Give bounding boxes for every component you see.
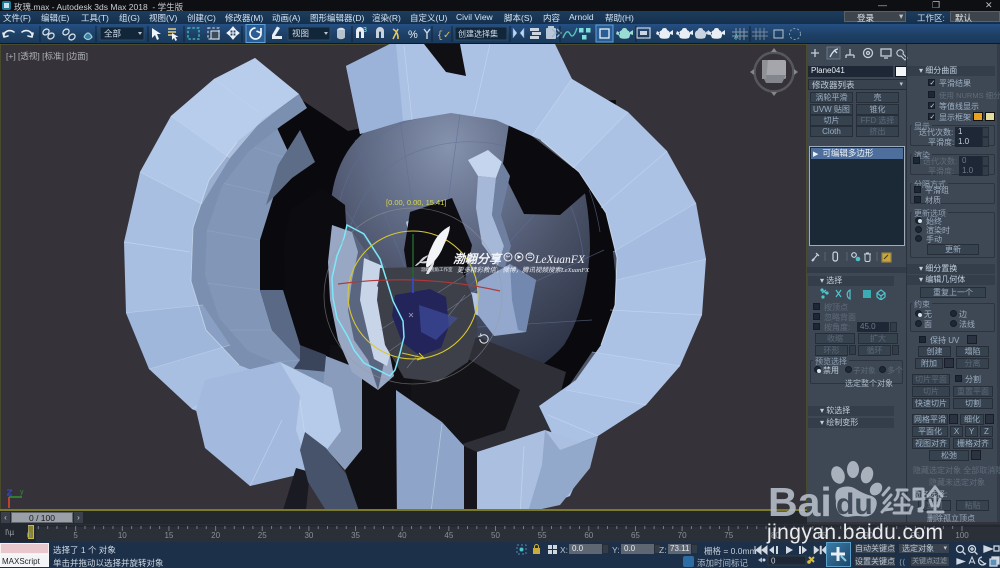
svg-text:%: % <box>408 29 418 41</box>
svg-text:渤翺分享: 渤翺分享 <box>453 252 503 266</box>
svg-text:创建选择集: 创建选择集 <box>458 29 498 39</box>
svg-text:[0.00, 0.00, 15.41]: [0.00, 0.00, 15.41] <box>386 198 446 207</box>
svg-text:3: 3 <box>363 27 367 34</box>
svg-text:0: 0 <box>771 557 776 566</box>
svg-text:渤翺视角工作室: 渤翺视角工作室 <box>421 266 453 273</box>
svg-text:LeXuanFX: LeXuanFX <box>534 254 586 266</box>
svg-text:{✓: {✓ <box>437 30 451 42</box>
svg-text:视图: 视图 <box>292 29 309 39</box>
svg-text:全部: 全部 <box>104 29 122 39</box>
svg-text:A: A <box>734 34 739 41</box>
svg-text:y: y <box>20 489 24 496</box>
svg-text:更多精彩教信，微博，腾讯视频搜索LeXuanFX: 更多精彩教信，微博，腾讯视频搜索LeXuanFX <box>457 266 590 274</box>
